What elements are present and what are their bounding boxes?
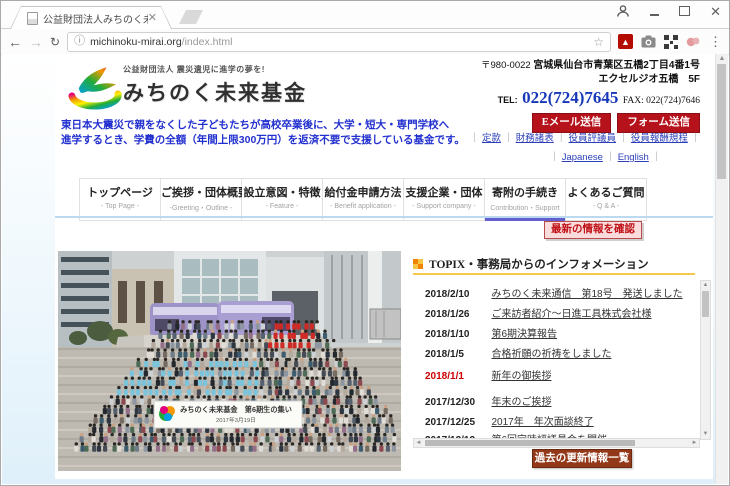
news-vscroll-thumb[interactable]	[702, 291, 709, 317]
news-heading-row: TOPIX・事務局からのインフォメーション	[413, 256, 649, 272]
archive-button[interactable]: 過去の更新情報一覧	[532, 449, 632, 468]
news-horizontal-scrollbar[interactable]: ◄ ►	[413, 438, 700, 448]
bookmark-star-icon[interactable]: ☆	[593, 36, 604, 48]
url-text: michinoku-mirai.org/index.html	[90, 36, 232, 48]
link-yakuin-hoshu[interactable]: 役員報酬規程	[631, 133, 688, 144]
contact-block: 〒980-0022 宮城県仙台市青葉区五橋2丁目4番1号 エクセルジオ五橋 5F…	[481, 59, 700, 133]
link-japanese[interactable]: Japanese	[562, 152, 603, 163]
link-zaimu[interactable]: 財務諸表	[516, 133, 554, 144]
banner-date: 2017年3月19日	[216, 416, 256, 424]
link-english[interactable]: English	[618, 152, 649, 163]
browser-scrollbar[interactable]: ▲	[715, 54, 728, 484]
topix-icon	[413, 259, 423, 269]
news-hscroll-thumb[interactable]	[425, 440, 635, 446]
scroll-left-icon[interactable]: ◄	[414, 440, 423, 446]
news-link[interactable]: 2017年 年次面談終了	[491, 417, 593, 428]
news-heading: TOPIX・事務局からのインフォメーション	[429, 256, 649, 272]
browser-toolbar: ← → ↻ ⓘ michinoku-mirai.org/index.html ☆…	[1, 29, 729, 55]
photo-banner: みちのく未来基金 第6期生の集い 2017年3月19日	[154, 401, 302, 428]
latest-info-button[interactable]: 最新の情報を確認	[544, 221, 642, 239]
browser-window: 公益財団法人みちのく未来基金 ✕ ✕ ← → ↻ ⓘ michinoku-mir…	[0, 0, 730, 486]
news-link[interactable]: 第6期決算報告	[491, 329, 557, 340]
address-line2: エクセルジオ五橋 5F	[481, 73, 700, 87]
browser-tab[interactable]: 公益財団法人みちのく未来基金 ✕	[10, 6, 172, 29]
nav-tab-feature[interactable]: 設立意図・特徴 - Feature -	[242, 178, 323, 221]
back-icon[interactable]: ←	[8, 35, 22, 49]
photo-buses	[150, 301, 294, 337]
browser-scroll-thumb[interactable]	[717, 64, 726, 179]
group-photo: みちのく未来基金 第6期生の集い 2017年3月19日	[58, 251, 401, 471]
page-favicon	[27, 12, 38, 25]
browser-titlebar: 公益財団法人みちのく未来基金 ✕ ✕	[1, 1, 729, 29]
minimize-button[interactable]	[650, 14, 659, 16]
nav-tab-benefit-application[interactable]: 給付金申請方法 - Benefit application -	[323, 178, 404, 221]
tel-label: TEL:	[498, 95, 518, 105]
news-row: 2018/2/10 みちのく未来通信 第18号 発送しました	[425, 284, 683, 302]
url-bar[interactable]: ⓘ michinoku-mirai.org/index.html ☆	[67, 32, 611, 52]
link-yakuin-hyogiin[interactable]: 役員評議員	[569, 133, 617, 144]
reload-icon[interactable]: ↻	[50, 35, 60, 49]
nav-tab-contribution[interactable]: 寄附の手続き Contribution・Support	[485, 178, 566, 221]
news-row: 2018/1/10 第6期決算報告	[425, 324, 557, 342]
banner-title: みちのく未来基金 第6期生の集い	[180, 405, 292, 414]
nav-tab-qa[interactable]: よくあるご質問 - Q & A -	[566, 178, 647, 221]
news-row: 2017/12/25 2017年 年次面談終了	[425, 412, 594, 430]
document-links: ｜ 定款 ｜ 財務諸表 ｜ 役員評議員 ｜ 役員報酬規程 ｜	[470, 130, 700, 144]
intro-text: 東日本大震災で親をなくした子どもたちが高校卒業後に、大学・短大・専門学校へ 進学…	[61, 118, 465, 148]
language-links: ｜ Japanese ｜ English ｜	[550, 149, 661, 163]
scroll-down-icon[interactable]: ▼	[701, 430, 710, 439]
qr-extension-icon[interactable]	[664, 35, 678, 49]
browser-scroll-up-icon[interactable]: ▲	[716, 54, 728, 64]
site-logo-bird-icon[interactable]	[68, 62, 122, 110]
forward-icon[interactable]: →	[29, 35, 43, 49]
news-vertical-scrollbar[interactable]: ▲ ▼	[700, 280, 711, 440]
nav-tab-support-company[interactable]: 支援企業・団体 - Support company -	[404, 178, 485, 221]
pink-extension-icon[interactable]	[686, 35, 701, 48]
news-row: 2018/1/1 新年の御挨拶	[425, 366, 551, 384]
site-title: みちのく未来基金	[123, 77, 307, 107]
main-navigation: トップページ - Top Page - ご挨拶・団体概要 -Greeting・O…	[79, 178, 647, 221]
page-viewport: 公益財団法人 震災遺児に進学の夢を! みちのく未来基金 〒980-0022 宮城…	[2, 54, 728, 484]
site-logo-text[interactable]: 公益財団法人 震災遺児に進学の夢を! みちのく未来基金	[123, 64, 307, 107]
nav-tab-greeting-outline[interactable]: ご挨拶・団体概要 -Greeting・Outline -	[161, 178, 242, 221]
close-button[interactable]: ✕	[710, 5, 721, 18]
chrome-menu-icon[interactable]: ⋮	[709, 35, 722, 48]
link-teikan[interactable]: 定款	[482, 133, 501, 144]
news-row: 2018/1/26 ご来訪者紹介～日進工具株式会社様	[425, 304, 651, 322]
news-row: 2017/12/30 年末のご挨拶	[425, 392, 551, 410]
scroll-up-icon[interactable]: ▲	[701, 281, 710, 290]
news-heading-underline	[413, 273, 695, 275]
page-content: 公益財団法人 震災遺児に進学の夢を! みちのく未来基金 〒980-0022 宮城…	[55, 54, 713, 479]
pdf-extension-icon[interactable]: ▲	[618, 34, 633, 49]
fax-label: FAX:	[623, 96, 644, 106]
scroll-right-icon[interactable]: ►	[690, 440, 699, 446]
site-tagline: 公益財団法人 震災遺児に進学の夢を!	[123, 64, 307, 75]
fax-number: 022(724)7646	[646, 96, 700, 106]
news-link[interactable]: 新年の御挨拶	[491, 371, 551, 382]
news-link[interactable]: みちのく未来通信 第18号 発送しました	[491, 289, 682, 300]
news-link[interactable]: 合格祈願の祈祷をしました	[491, 349, 611, 360]
postal-code: 〒980-0022	[481, 60, 531, 71]
maximize-button[interactable]	[679, 6, 690, 16]
tel-number: 022(724)7645	[522, 88, 618, 107]
camera-extension-icon[interactable]	[641, 35, 656, 48]
news-row: 2018/1/5 合格祈願の祈祷をしました	[425, 344, 611, 362]
tab-close-icon[interactable]: ✕	[148, 13, 157, 24]
news-link[interactable]: 年末のご挨拶	[491, 397, 551, 408]
address-line1: 宮城県仙台市青葉区五橋2丁目4番1号	[533, 60, 700, 71]
tab-title: 公益財団法人みちのく未来基金	[43, 11, 148, 26]
news-link[interactable]: ご来訪者紹介～日進工具株式会社様	[491, 309, 651, 320]
page-info-icon[interactable]: ⓘ	[74, 36, 85, 47]
new-tab-button[interactable]	[179, 10, 203, 24]
nav-tab-top-page[interactable]: トップページ - Top Page -	[79, 178, 161, 221]
nav-divider-line	[55, 216, 713, 218]
profile-icon[interactable]	[616, 4, 630, 18]
